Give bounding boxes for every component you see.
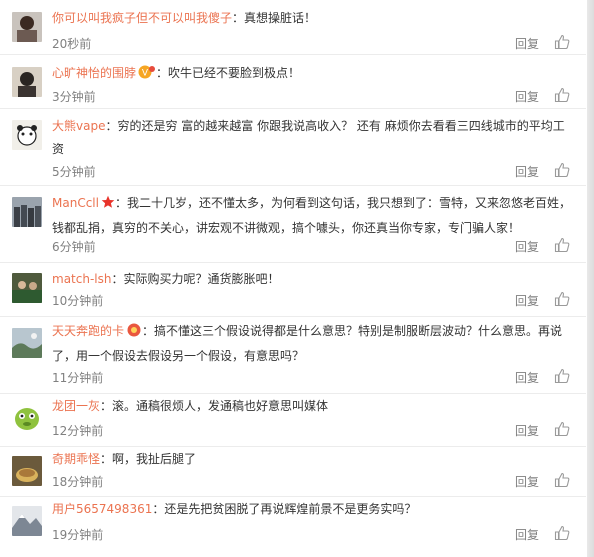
comment-text: 实际购买力呢？通货膨胀吧！: [123, 272, 280, 286]
colon-separator: ：: [114, 196, 127, 210]
username-link[interactable]: 天天奔跑的卡: [52, 324, 124, 338]
comment-body: 心旷神怡的围脖 V ：吹牛已经不要脸到极点！: [52, 62, 572, 87]
timestamp: 18分钟前: [52, 475, 104, 489]
avatar[interactable]: [12, 403, 42, 433]
username-link[interactable]: 用户5657498361: [52, 502, 152, 516]
timestamp: 11分钟前: [52, 371, 104, 385]
reply-button[interactable]: 回复: [515, 369, 539, 386]
username-link[interactable]: 奇期乖怪: [52, 452, 100, 466]
timestamp: 20秒前: [52, 37, 92, 51]
colon-separator: ：: [142, 324, 155, 338]
thumbs-up-icon[interactable]: [554, 162, 570, 178]
colon-separator: ：: [232, 11, 245, 25]
avatar[interactable]: [12, 328, 42, 358]
comment-body: 龙团一灰：滚。通稿很烦人，发通稿也好意思叫媒体: [52, 395, 572, 418]
comment-body: 你可以叫我疯子但不可以叫我傻子：真想操脏话！: [52, 7, 572, 30]
comment-item: 你可以叫我疯子但不可以叫我傻子：真想操脏话！ 20秒前 回复: [0, 0, 586, 54]
svg-text:V: V: [142, 69, 149, 79]
comment-list: 你可以叫我疯子但不可以叫我傻子：真想操脏话！ 20秒前 回复 心旷神怡的围脖 V：…: [0, 0, 594, 557]
comment-item: 奇期乖怪：啊，我扯后腿了 18分钟前 回复: [0, 447, 586, 496]
reply-button[interactable]: 回复: [515, 35, 539, 52]
vip-badge-icon[interactable]: V: [138, 64, 156, 87]
avatar[interactable]: [12, 197, 42, 227]
reply-button[interactable]: 回复: [515, 526, 539, 543]
star-badge-icon[interactable]: [101, 194, 115, 217]
username-link[interactable]: 大熊vape: [52, 119, 105, 133]
comment-body: 奇期乖怪：啊，我扯后腿了: [52, 448, 572, 471]
timestamp: 6分钟前: [52, 240, 96, 254]
thumbs-up-icon[interactable]: [554, 237, 570, 253]
comment-item: 用户5657498361：还是先把贫困脱了再说辉煌前景不是更务实吗？ 19分钟前…: [0, 497, 586, 557]
colon-separator: ：: [105, 119, 118, 133]
comment-text: 穷的还是穷 富的越来越富 你跟我说高收入？ 还有 麻烦你去看看三四线城市的平均工…: [52, 119, 565, 156]
comment-text: 我二十几岁，还不懂太多，为何看到这句话，我只想到了：雪特，又来忽悠老百姓，钱都乱…: [52, 196, 571, 235]
thumbs-up-icon[interactable]: [554, 291, 570, 307]
timestamp: 3分钟前: [52, 90, 96, 104]
comment-body: ManCcll ：我二十几岁，还不懂太多，为何看到这句话，我只想到了：雪特，又来忽…: [52, 192, 572, 240]
avatar[interactable]: [12, 120, 42, 150]
avatar[interactable]: [12, 506, 42, 536]
avatar[interactable]: [12, 67, 42, 97]
username-link[interactable]: 心旷神怡的围脖: [52, 66, 136, 80]
thumbs-up-icon[interactable]: [554, 421, 570, 437]
colon-separator: ：: [152, 502, 165, 516]
reply-button[interactable]: 回复: [515, 238, 539, 255]
colon-separator: ：: [156, 66, 169, 80]
username-link[interactable]: 你可以叫我疯子但不可以叫我傻子: [52, 11, 232, 25]
comment-body: 天天奔跑的卡 ：搞不懂这三个假设说得都是什么意思？特别是制服断层波动？什么意思。再…: [52, 320, 572, 368]
comment-body: 大熊vape：穷的还是穷 富的越来越富 你跟我说高收入？ 还有 麻烦你去看看三四…: [52, 115, 572, 161]
comment-item: 天天奔跑的卡 ：搞不懂这三个假设说得都是什么意思？特别是制服断层波动？什么意思。再…: [0, 317, 586, 393]
colon-separator: ：: [111, 272, 124, 286]
window-edge: [587, 0, 594, 557]
thumbs-up-icon[interactable]: [554, 368, 570, 384]
username-link[interactable]: ManCcll: [52, 196, 99, 210]
avatar[interactable]: [12, 12, 42, 42]
comment-text: 滚。通稿很烦人，发通稿也好意思叫媒体: [112, 399, 329, 413]
reply-button[interactable]: 回复: [515, 422, 539, 439]
reply-button[interactable]: 回复: [515, 88, 539, 105]
comment-item: 心旷神怡的围脖 V ：吹牛已经不要脸到极点！ 3分钟前 回复: [0, 55, 586, 108]
comment-body: 用户5657498361：还是先把贫困脱了再说辉煌前景不是更务实吗？: [52, 498, 572, 521]
reply-button[interactable]: 回复: [515, 292, 539, 309]
colon-separator: ：: [100, 452, 113, 466]
timestamp: 19分钟前: [52, 528, 104, 542]
reply-button[interactable]: 回复: [515, 163, 539, 180]
timestamp: 5分钟前: [52, 165, 96, 179]
timestamp: 10分钟前: [52, 294, 104, 308]
username-link[interactable]: 龙团一灰: [52, 399, 100, 413]
red-badge-icon[interactable]: [126, 322, 142, 345]
thumbs-up-icon[interactable]: [554, 472, 570, 488]
comment-text: 啊，我扯后腿了: [112, 452, 197, 466]
comment-text: 吹牛已经不要脸到极点！: [168, 66, 301, 80]
comment-body: match-lsh：实际购买力呢？通货膨胀吧！: [52, 268, 572, 291]
colon-separator: ：: [100, 399, 113, 413]
comment-text: 还是先把贫困脱了再说辉煌前景不是更务实吗？: [164, 502, 417, 516]
thumbs-up-icon[interactable]: [554, 34, 570, 50]
reply-button[interactable]: 回复: [515, 473, 539, 490]
comment-item: 龙团一灰：滚。通稿很烦人，发通稿也好意思叫媒体 12分钟前 回复: [0, 394, 586, 446]
comment-text: 真想操脏话！: [244, 11, 317, 25]
comment-item: match-lsh：实际购买力呢？通货膨胀吧！ 10分钟前 回复: [0, 263, 586, 316]
timestamp: 12分钟前: [52, 424, 104, 438]
username-link[interactable]: match-lsh: [52, 272, 111, 286]
avatar[interactable]: [12, 456, 42, 486]
comment-item: 大熊vape：穷的还是穷 富的越来越富 你跟我说高收入？ 还有 麻烦你去看看三四…: [0, 109, 586, 185]
avatar[interactable]: [12, 273, 42, 303]
thumbs-up-icon[interactable]: [554, 525, 570, 541]
thumbs-up-icon[interactable]: [554, 87, 570, 103]
comment-item: ManCcll ：我二十几岁，还不懂太多，为何看到这句话，我只想到了：雪特，又来忽…: [0, 186, 586, 262]
